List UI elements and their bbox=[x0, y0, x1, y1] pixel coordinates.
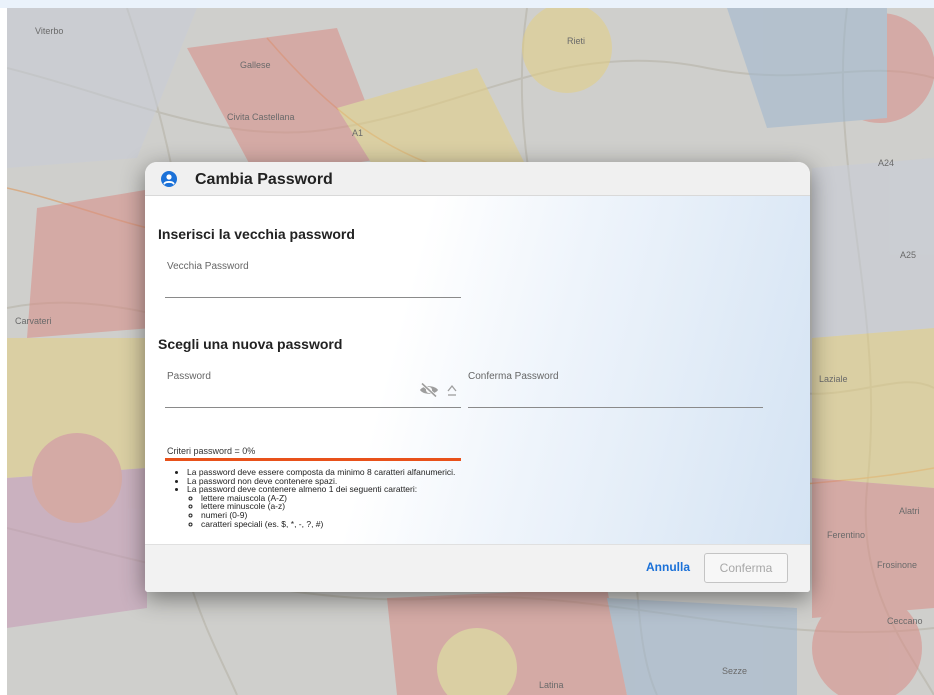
map-label: Civita Castellana bbox=[227, 112, 295, 122]
map-label: Gallese bbox=[240, 60, 271, 70]
map-label: Carvateri bbox=[15, 316, 52, 326]
password-strength-bar bbox=[165, 458, 461, 461]
confirm-password-label: Conferma Password bbox=[468, 371, 559, 382]
map-label: A25 bbox=[900, 250, 917, 260]
map-label: Latina bbox=[539, 680, 564, 690]
dialog-header: Cambia Password bbox=[145, 162, 810, 196]
map-label: Ceccano bbox=[887, 616, 923, 626]
dialog-body: Inserisci la vecchia password Vecchia Pa… bbox=[145, 196, 810, 544]
rule-item: La password deve contenere almeno 1 dei … bbox=[187, 485, 455, 528]
old-password-section-title: Inserisci la vecchia password bbox=[158, 226, 355, 242]
dialog-footer: Annulla Conferma bbox=[145, 544, 810, 592]
map-label: Sezze bbox=[722, 666, 748, 676]
top-strip bbox=[0, 0, 934, 8]
password-underline bbox=[165, 407, 461, 408]
confirm-password-underline bbox=[468, 407, 763, 408]
eye-off-icon[interactable] bbox=[418, 382, 440, 398]
change-password-dialog: Cambia Password Inserisci la vecchia pas… bbox=[145, 162, 810, 592]
map-label: Frosinone bbox=[877, 560, 918, 570]
password-rules: La password deve essere composta da mini… bbox=[175, 468, 455, 528]
map-label: Alatri bbox=[899, 506, 920, 516]
dialog-title: Cambia Password bbox=[195, 171, 333, 188]
confirm-button[interactable]: Conferma bbox=[704, 553, 788, 583]
old-password-label: Vecchia Password bbox=[167, 261, 249, 272]
map-label: Viterbo bbox=[35, 26, 64, 36]
caps-lock-icon bbox=[446, 384, 458, 398]
cancel-button[interactable]: Annulla bbox=[646, 560, 690, 574]
old-password-underline bbox=[165, 297, 461, 298]
user-circle-icon bbox=[161, 171, 177, 187]
map-label: Laziale bbox=[819, 374, 848, 384]
old-password-input[interactable] bbox=[167, 276, 457, 294]
password-label: Password bbox=[167, 371, 211, 382]
map-label: Rieti bbox=[567, 36, 586, 46]
new-password-section-title: Scegli una nuova password bbox=[158, 336, 343, 352]
password-strength-text: Criteri password = 0% bbox=[167, 446, 256, 456]
map-label: Ferentino bbox=[827, 530, 866, 540]
confirm-password-input[interactable] bbox=[468, 384, 758, 402]
subrule-item: caratteri speciali (es. $, *, -, ?, #) bbox=[201, 519, 455, 529]
password-input[interactable] bbox=[167, 384, 412, 402]
map-label: A1 bbox=[352, 128, 364, 138]
map-label: A24 bbox=[878, 158, 895, 168]
